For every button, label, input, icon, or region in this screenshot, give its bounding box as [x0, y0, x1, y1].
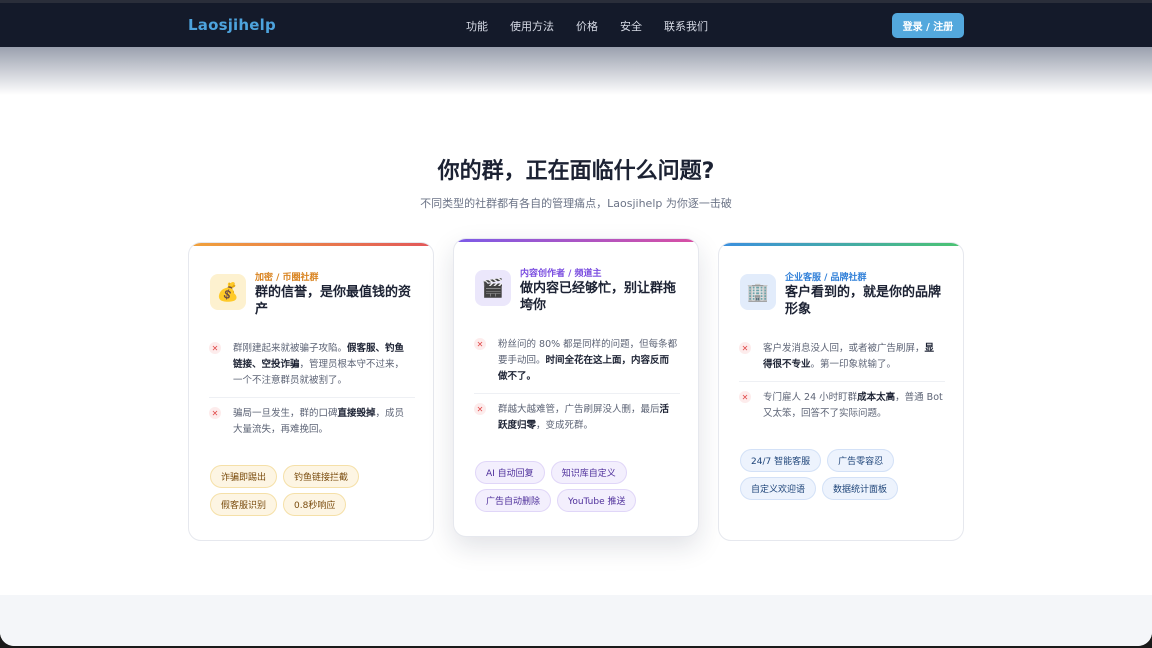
divider	[739, 381, 945, 382]
pain-point-text: 骗局一旦发生，群的口碑直接毁掉，成员大量流失，再难挽回。	[233, 408, 405, 435]
feature-chip: 广告零容忍	[827, 449, 895, 472]
card-accent-bar	[719, 243, 963, 246]
card-tag: 企业客服 / 品牌社群	[785, 273, 867, 283]
cross-icon: ✕	[209, 342, 221, 354]
card-accent-bar	[189, 243, 433, 246]
section-title: 你的群，正在面临什么问题?	[437, 159, 715, 184]
feature-chips: 24/7 智能客服 广告零容忍 自定义欢迎语 数据统计面板	[740, 449, 950, 500]
nav-item-features[interactable]: 功能	[466, 18, 488, 34]
cross-icon: ✕	[474, 338, 486, 350]
pain-point-text: 专门雇人 24 小时盯群成本太高，普通 Bot 又太笨，回答不了实际问题。	[763, 392, 943, 419]
card-accent-bar	[454, 239, 698, 242]
feature-chips: AI 自动回复 知识库自定义 广告自动删除 YouTube 推送	[475, 461, 685, 512]
divider	[209, 397, 415, 398]
nav-item-contact[interactable]: 联系我们	[664, 18, 708, 34]
money-bag-icon: 💰	[210, 274, 246, 310]
nav-item-security[interactable]: 安全	[620, 18, 642, 34]
login-register-button[interactable]: 登录 / 注册	[892, 13, 964, 38]
site-logo[interactable]: Laosjihelp	[188, 16, 276, 34]
card-title: 客户看到的，就是你的品牌形象	[785, 285, 942, 317]
feature-chips: 诈骗即踢出 钓鱼链接拦截 假客服识别 0.8秒响应	[210, 465, 420, 516]
card-tag: 内容创作者 / 频道主	[520, 269, 602, 279]
cross-icon: ✕	[474, 403, 486, 415]
nav-item-usage[interactable]: 使用方法	[510, 18, 554, 34]
feature-chip: 诈骗即踢出	[210, 465, 278, 488]
feature-chip: 数据统计面板	[822, 477, 899, 500]
cross-icon: ✕	[739, 391, 751, 403]
browser-viewport: Laosjihelp 功能 使用方法 价格 安全 联系我们 登录 / 注册 你的…	[0, 0, 1152, 646]
divider	[474, 393, 680, 394]
cross-icon: ✕	[739, 342, 751, 354]
feature-chip: 钓鱼链接拦截	[283, 465, 360, 488]
cross-icon: ✕	[209, 407, 221, 419]
feature-chip: 0.8秒响应	[283, 493, 347, 516]
card-tag: 加密 / 币圈社群	[255, 273, 319, 283]
problem-card-enterprise: 🏢 企业客服 / 品牌社群 客户看到的，就是你的品牌形象 ✕ 客户发消息没人回，…	[718, 242, 964, 541]
feature-chip: 知识库自定义	[550, 461, 627, 484]
top-navbar: Laosjihelp 功能 使用方法 价格 安全 联系我们 登录 / 注册	[0, 3, 1152, 95]
feature-chip: 广告自动删除	[475, 489, 552, 512]
feature-chip: AI 自动回复	[475, 461, 545, 484]
problem-card-crypto: 💰 加密 / 币圈社群 群的信誉，是你最值钱的资产 ✕ 群刚建起来就被骗子攻陷。…	[188, 242, 434, 541]
feature-chip: 假客服识别	[210, 493, 278, 516]
feature-chip: YouTube 推送	[557, 489, 637, 512]
feature-chip: 自定义欢迎语	[740, 477, 817, 500]
next-section-band	[0, 595, 1152, 646]
nav-menu: 功能 使用方法 价格 安全 联系我们	[466, 18, 708, 34]
pain-point-text: 客户发消息没人回，或者被广告刷屏，显得很不专业。第一印象就输了。	[763, 343, 935, 370]
card-title: 群的信誉，是你最值钱的资产	[255, 285, 412, 317]
nav-item-pricing[interactable]: 价格	[576, 18, 598, 34]
problem-card-creator: 🎬 内容创作者 / 频道主 做内容已经够忙，别让群拖垮你 ✕ 粉丝问的 80% …	[453, 238, 699, 537]
section-subtitle: 不同类型的社群都有各自的管理痛点，Laosjihelp 为你逐一击破	[420, 197, 732, 210]
pain-point-text: 群越大越难管，广告刷屏没人删，最后活跃度归零，变成死群。	[498, 404, 670, 431]
pain-point-text: 群刚建起来就被骗子攻陷。假客服、钓鱼链接、空投诈骗，管理员根本守不过来，一个不注…	[233, 343, 405, 386]
pain-point-text: 粉丝问的 80% 都是同样的问题，但每条都要手动回。时间全花在这上面，内容反而做…	[498, 339, 678, 382]
clapper-board-icon: 🎬	[475, 270, 511, 306]
card-title: 做内容已经够忙，别让群拖垮你	[520, 281, 677, 313]
feature-chip: 24/7 智能客服	[740, 449, 822, 472]
office-building-icon: 🏢	[740, 274, 776, 310]
